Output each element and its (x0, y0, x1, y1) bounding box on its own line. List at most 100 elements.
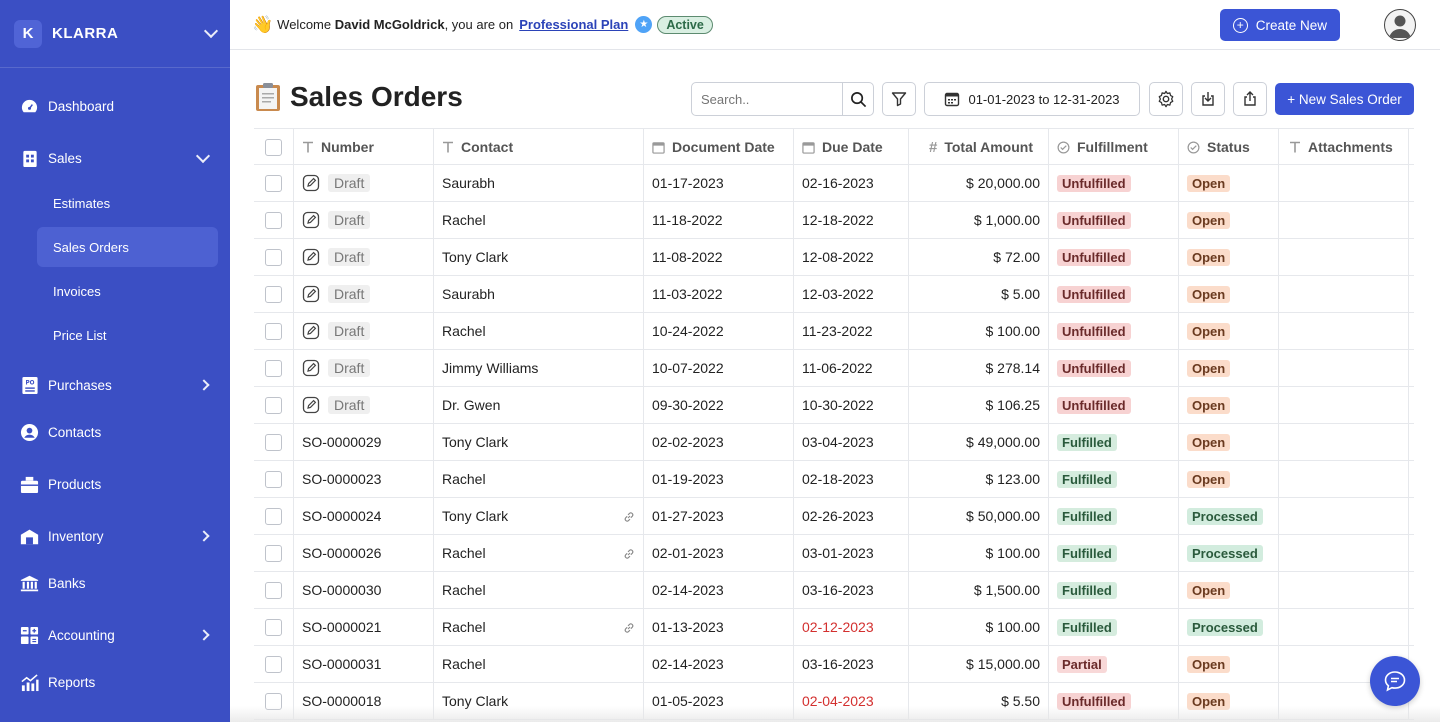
order-number[interactable]: SO-0000031 (302, 656, 381, 672)
row-checkbox[interactable] (265, 249, 282, 266)
edit-icon[interactable] (302, 211, 320, 229)
table-row[interactable]: DraftRachel11-18-202212-18-2022$ 1,000.0… (254, 202, 1414, 239)
table-row[interactable]: SO-0000029Tony Clark02-02-202303-04-2023… (254, 424, 1414, 461)
waving-hand-icon: 👋 (252, 15, 273, 35)
status-type-icon (1187, 141, 1200, 154)
search-button[interactable] (842, 83, 873, 115)
sidebar-item-banks[interactable]: Banks (0, 563, 230, 603)
link-icon[interactable] (623, 621, 635, 637)
edit-icon[interactable] (302, 396, 320, 414)
edit-icon[interactable] (302, 285, 320, 303)
plan-link[interactable]: Professional Plan (519, 17, 628, 32)
col-status[interactable]: Status (1179, 129, 1279, 165)
order-number[interactable]: SO-0000029 (302, 434, 381, 450)
table-row[interactable]: SO-0000031Rachel02-14-202303-16-2023$ 15… (254, 646, 1414, 683)
edit-icon[interactable] (302, 359, 320, 377)
row-checkbox[interactable] (265, 582, 282, 599)
date-range-button[interactable]: 01-01-2023 to 12-31-2023 (924, 82, 1140, 116)
col-document-date[interactable]: Document Date (644, 129, 794, 165)
table-row[interactable]: DraftSaurabh01-17-202302-16-2023$ 20,000… (254, 165, 1414, 202)
sales-icon (20, 149, 39, 168)
row-checkbox[interactable] (265, 286, 282, 303)
select-all-checkbox[interactable] (265, 139, 282, 156)
row-checkbox[interactable] (265, 545, 282, 562)
row-checkbox[interactable] (265, 471, 282, 488)
order-number[interactable]: SO-0000026 (302, 545, 381, 561)
table-row[interactable]: DraftSaurabh11-03-202212-03-2022$ 5.00Un… (254, 276, 1414, 313)
link-icon[interactable] (623, 547, 635, 563)
row-checkbox[interactable] (265, 175, 282, 192)
table-cell: SO-0000023 (294, 461, 434, 497)
table-cell: Jimmy Williams (434, 350, 644, 386)
col-due-date[interactable]: Due Date (794, 129, 909, 165)
row-checkbox[interactable] (265, 323, 282, 340)
link-icon[interactable] (623, 510, 635, 526)
table-cell: Draft (294, 387, 434, 423)
sidebar-item-products[interactable]: Products (0, 464, 230, 504)
chat-button[interactable] (1370, 656, 1420, 706)
row-checkbox[interactable] (265, 619, 282, 636)
table-cell: $ 106.25 (909, 387, 1049, 423)
col-attachments[interactable]: Attachments (1279, 129, 1409, 165)
contacts-icon (20, 423, 39, 442)
settings-button[interactable] (1149, 82, 1183, 116)
sidebar-subitem-estimates[interactable]: Estimates (37, 183, 218, 223)
sidebar-item-sales[interactable]: Sales (0, 138, 230, 178)
table-row[interactable]: DraftJimmy Williams10-07-202211-06-2022$… (254, 350, 1414, 387)
table-row[interactable]: DraftDr. Gwen09-30-202210-30-2022$ 106.2… (254, 387, 1414, 424)
sidebar-item-label: Accounting (48, 628, 200, 643)
table-row[interactable]: DraftTony Clark11-08-202212-08-2022$ 72.… (254, 239, 1414, 276)
sidebar-item-reports[interactable]: Reports (0, 662, 230, 702)
date-type-icon (802, 141, 815, 154)
edit-icon[interactable] (302, 322, 320, 340)
row-checkbox[interactable] (265, 360, 282, 377)
edit-icon[interactable] (302, 174, 320, 192)
sidebar-item-inventory[interactable]: Inventory (0, 516, 230, 556)
sidebar-item-contacts[interactable]: Contacts (0, 412, 230, 452)
order-number[interactable]: SO-0000023 (302, 471, 381, 487)
brand-switcher[interactable]: K KLARRA (0, 0, 230, 68)
col-contact[interactable]: Contact (434, 129, 644, 165)
row-checkbox[interactable] (265, 397, 282, 414)
create-new-button[interactable]: + Create New (1220, 9, 1340, 41)
sidebar-item-label: Contacts (48, 425, 208, 440)
sidebar-item-dashboard[interactable]: Dashboard (0, 86, 230, 126)
status-badge: Open (1187, 582, 1230, 599)
table-row[interactable]: SO-0000024Tony Clark01-27-202302-26-2023… (254, 498, 1414, 535)
table-row[interactable]: SO-0000030Rachel02-14-202303-16-2023$ 1,… (254, 572, 1414, 609)
calendar-icon (944, 91, 960, 107)
table-row[interactable]: SO-0000021Rachel01-13-202302-12-2023$ 10… (254, 609, 1414, 646)
text-type-icon (302, 141, 314, 153)
table-row[interactable]: SO-0000026Rachel02-01-202303-01-2023$ 10… (254, 535, 1414, 572)
avatar[interactable] (1384, 9, 1416, 41)
purchases-icon: PO (20, 376, 39, 395)
sidebar-item-label: Purchases (48, 378, 200, 393)
new-sales-order-button[interactable]: + New Sales Order (1275, 83, 1414, 115)
sidebar-subitem-price-list[interactable]: Price List (37, 315, 218, 355)
search-input[interactable] (692, 83, 842, 115)
table-row[interactable]: DraftRachel10-24-202211-23-2022$ 100.00U… (254, 313, 1414, 350)
export-button[interactable] (1233, 82, 1267, 116)
row-checkbox[interactable] (265, 212, 282, 229)
order-number[interactable]: SO-0000024 (302, 508, 381, 524)
table-row[interactable]: SO-0000023Rachel01-19-202302-18-2023$ 12… (254, 461, 1414, 498)
document-date: 01-13-2023 (652, 619, 724, 635)
sidebar-item-accounting[interactable]: Accounting (0, 615, 230, 655)
row-checkbox[interactable] (265, 434, 282, 451)
order-number[interactable]: SO-0000030 (302, 582, 381, 598)
sidebar-subitem-invoices[interactable]: Invoices (37, 271, 218, 311)
sidebar-item-purchases[interactable]: PO Purchases (0, 365, 230, 405)
row-checkbox[interactable] (265, 508, 282, 525)
due-date: 02-18-2023 (802, 471, 874, 487)
sidebar-subitem-sales-orders[interactable]: Sales Orders (37, 227, 218, 267)
row-checkbox[interactable] (265, 656, 282, 673)
col-fulfillment[interactable]: Fulfillment (1049, 129, 1179, 165)
import-button[interactable] (1191, 82, 1225, 116)
col-total-amount[interactable]: # Total Amount (909, 129, 1049, 165)
table-cell (254, 498, 294, 534)
edit-icon[interactable] (302, 248, 320, 266)
filter-button[interactable] (882, 82, 916, 116)
col-number[interactable]: Number (294, 129, 434, 165)
table-cell: 03-16-2023 (794, 572, 909, 608)
order-number[interactable]: SO-0000021 (302, 619, 381, 635)
